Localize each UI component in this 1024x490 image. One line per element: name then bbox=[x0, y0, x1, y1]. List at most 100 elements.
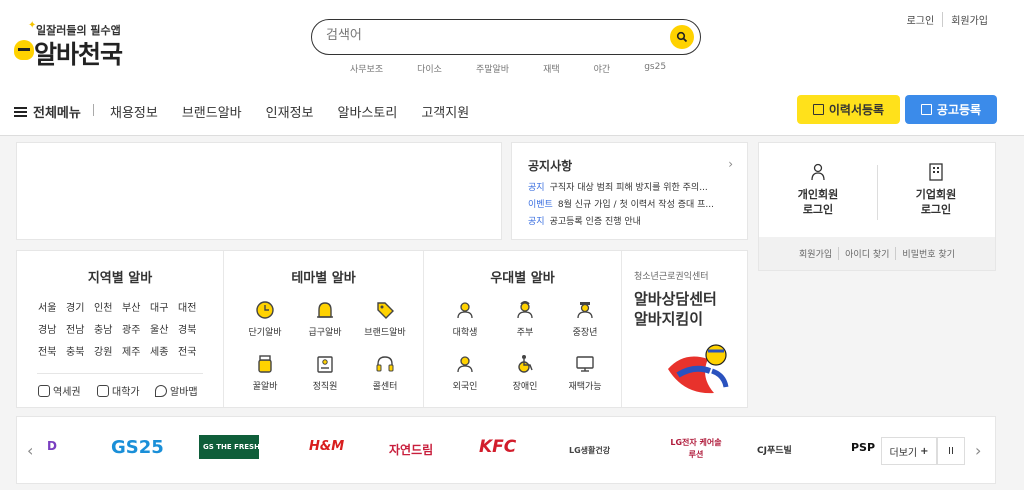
theme-item[interactable]: 단기알바 bbox=[234, 299, 296, 338]
region-link[interactable]: 세종 bbox=[150, 343, 168, 358]
region-link[interactable]: 전국 bbox=[178, 343, 196, 358]
tag-icon bbox=[373, 299, 397, 321]
region-link[interactable]: 광주 bbox=[122, 321, 140, 336]
hero-mascot-icon bbox=[668, 344, 729, 394]
keyword-link[interactable]: 주말알바 bbox=[476, 62, 509, 75]
chevron-right-icon[interactable]: › bbox=[728, 157, 733, 171]
station-link[interactable]: 역세권 bbox=[38, 383, 81, 398]
brand-logo[interactable]: GS25 bbox=[111, 437, 164, 458]
nav-item-story[interactable]: 알바스토리 bbox=[338, 102, 398, 121]
nav-item-brand[interactable]: 브랜드알바 bbox=[182, 102, 242, 121]
nav-item-jobs[interactable]: 채용정보 bbox=[110, 102, 158, 121]
region-link[interactable]: 제주 bbox=[122, 343, 140, 358]
nav-item-talent[interactable]: 인재정보 bbox=[266, 102, 314, 121]
theme-label: 꿀알바 bbox=[252, 382, 278, 392]
housewife-icon bbox=[513, 299, 537, 321]
region-link[interactable]: 인천 bbox=[94, 299, 112, 314]
person-icon bbox=[811, 163, 825, 181]
notice-item[interactable]: 공지 구직자 대상 범죄 피해 방지를 위한 주의... bbox=[528, 180, 738, 193]
theme-label: 급구알바 bbox=[308, 328, 342, 338]
personal-login-button[interactable]: 개인회원 로그인 bbox=[759, 163, 877, 217]
login-link[interactable]: 로그인 bbox=[899, 12, 943, 27]
find-password-link[interactable]: 비밀번호 찾기 bbox=[895, 247, 961, 260]
region-link[interactable]: 경남 bbox=[38, 321, 56, 336]
more-brands-button[interactable]: 더보기 + bbox=[881, 437, 937, 465]
region-link[interactable]: 충남 bbox=[94, 321, 112, 336]
theme-label: 정직원 bbox=[312, 382, 338, 392]
favor-label: 주부 bbox=[516, 328, 534, 338]
campus-link[interactable]: 대학가 bbox=[97, 383, 140, 398]
region-link[interactable]: 대구 bbox=[150, 299, 168, 314]
id-card-icon bbox=[313, 353, 337, 375]
banner-area[interactable] bbox=[16, 142, 502, 240]
find-id-link[interactable]: 아이디 찾기 bbox=[838, 247, 895, 260]
search-button[interactable] bbox=[670, 25, 694, 49]
signup-link[interactable]: 회원가입 bbox=[793, 247, 838, 260]
keyword-link[interactable]: 다이소 bbox=[417, 62, 442, 75]
notice-item[interactable]: 이벤트 8월 신규 가입 / 첫 이력서 작성 증대 프... bbox=[528, 197, 738, 210]
logo[interactable]: ✦ 일잘러들의 필수앱 알바천국 bbox=[14, 20, 154, 70]
region-link[interactable]: 경북 bbox=[178, 321, 196, 336]
favor-item[interactable]: 장애인 bbox=[494, 353, 556, 392]
region-link[interactable]: 전북 bbox=[38, 343, 56, 358]
brand-logo[interactable]: D bbox=[47, 439, 57, 453]
map-link[interactable]: 알바맵 bbox=[155, 383, 198, 398]
hamburger-icon bbox=[14, 106, 27, 117]
center-title: 알바상담센터 알바지킴이 bbox=[634, 289, 717, 329]
auth-links: 로그인 회원가입 bbox=[899, 12, 996, 27]
headset-icon bbox=[373, 353, 397, 375]
notice-text: 8월 신규 가입 / 첫 이력서 작성 증대 프... bbox=[557, 200, 714, 210]
brand-logo[interactable]: GS THE FRESH bbox=[199, 435, 259, 459]
keyword-link[interactable]: 재택 bbox=[543, 62, 560, 75]
region-link[interactable]: 경기 bbox=[66, 299, 84, 314]
region-link[interactable]: 전남 bbox=[66, 321, 84, 336]
theme-item[interactable]: 브랜드알바 bbox=[354, 299, 416, 338]
region-link[interactable]: 충북 bbox=[66, 343, 84, 358]
all-menu-button[interactable]: 전체메뉴 bbox=[14, 102, 81, 121]
notice-title[interactable]: 공지사항 bbox=[528, 157, 572, 174]
notice-kind: 이벤트 bbox=[528, 200, 553, 210]
region-link[interactable]: 부산 bbox=[122, 299, 140, 314]
chevron-right-icon[interactable]: › bbox=[975, 441, 981, 460]
brand-logo[interactable]: KFC bbox=[479, 437, 516, 457]
region-link[interactable]: 서울 bbox=[38, 299, 56, 314]
notice-item[interactable]: 공지 공고등록 인증 진행 안내 bbox=[528, 214, 738, 227]
region-link[interactable]: 강원 bbox=[94, 343, 112, 358]
brand-logo[interactable]: LG생활건강 bbox=[569, 445, 610, 456]
theme-item[interactable]: 콜센터 bbox=[354, 353, 416, 392]
labor-center-banner[interactable]: 청소년근로권익센터 알바상담센터 알바지킴이 bbox=[621, 251, 747, 407]
favor-label: 대학생 bbox=[452, 328, 478, 338]
brand-logo[interactable]: PSP bbox=[851, 441, 879, 454]
brand-logo[interactable]: 자연드림 bbox=[389, 441, 433, 458]
region-link[interactable]: 울산 bbox=[150, 321, 168, 336]
region-link[interactable]: 대전 bbox=[178, 299, 196, 314]
signup-link[interactable]: 회원가입 bbox=[942, 12, 996, 27]
job-post-button[interactable]: 공고등록 bbox=[905, 95, 997, 124]
brand-logo[interactable]: CJ푸드빌 bbox=[757, 443, 792, 456]
search-input[interactable] bbox=[326, 28, 656, 43]
keyword-link[interactable]: gs25 bbox=[644, 62, 666, 75]
station-label: 역세권 bbox=[53, 387, 81, 398]
favor-item[interactable]: 재택가능 bbox=[554, 353, 616, 392]
pause-button[interactable]: II bbox=[937, 437, 965, 465]
brand-logo[interactable]: H&M bbox=[309, 439, 344, 454]
login-footer: 회원가입 아이디 찾기 비밀번호 찾기 bbox=[759, 237, 995, 270]
keyword-link[interactable]: 야간 bbox=[594, 62, 611, 75]
theme-item[interactable]: 꿀알바 bbox=[234, 353, 296, 392]
favor-item[interactable]: 중장년 bbox=[554, 299, 616, 338]
building-icon bbox=[929, 163, 943, 181]
chevron-left-icon[interactable]: ‹ bbox=[27, 441, 33, 460]
favor-item[interactable]: 대학생 bbox=[434, 299, 496, 338]
favor-item[interactable]: 주부 bbox=[494, 299, 556, 338]
favor-item[interactable]: 외국인 bbox=[434, 353, 496, 392]
theme-item[interactable]: 정직원 bbox=[294, 353, 356, 392]
brand-logo[interactable]: LG전자 케어솔루션 bbox=[669, 437, 723, 461]
nav-links: 채용정보 브랜드알바 인재정보 알바스토리 고객지원 bbox=[110, 102, 493, 121]
company-login-button[interactable]: 기업회원 로그인 bbox=[877, 163, 995, 217]
keyword-link[interactable]: 사무보조 bbox=[350, 62, 383, 75]
nav-item-support[interactable]: 고객지원 bbox=[421, 102, 469, 121]
theme-item[interactable]: 급구알바 bbox=[294, 299, 356, 338]
resume-register-button[interactable]: 이력서등록 bbox=[797, 95, 900, 124]
region-title: 지역별 알바 bbox=[87, 271, 153, 286]
personal-login-line1: 개인회원 bbox=[797, 188, 839, 201]
